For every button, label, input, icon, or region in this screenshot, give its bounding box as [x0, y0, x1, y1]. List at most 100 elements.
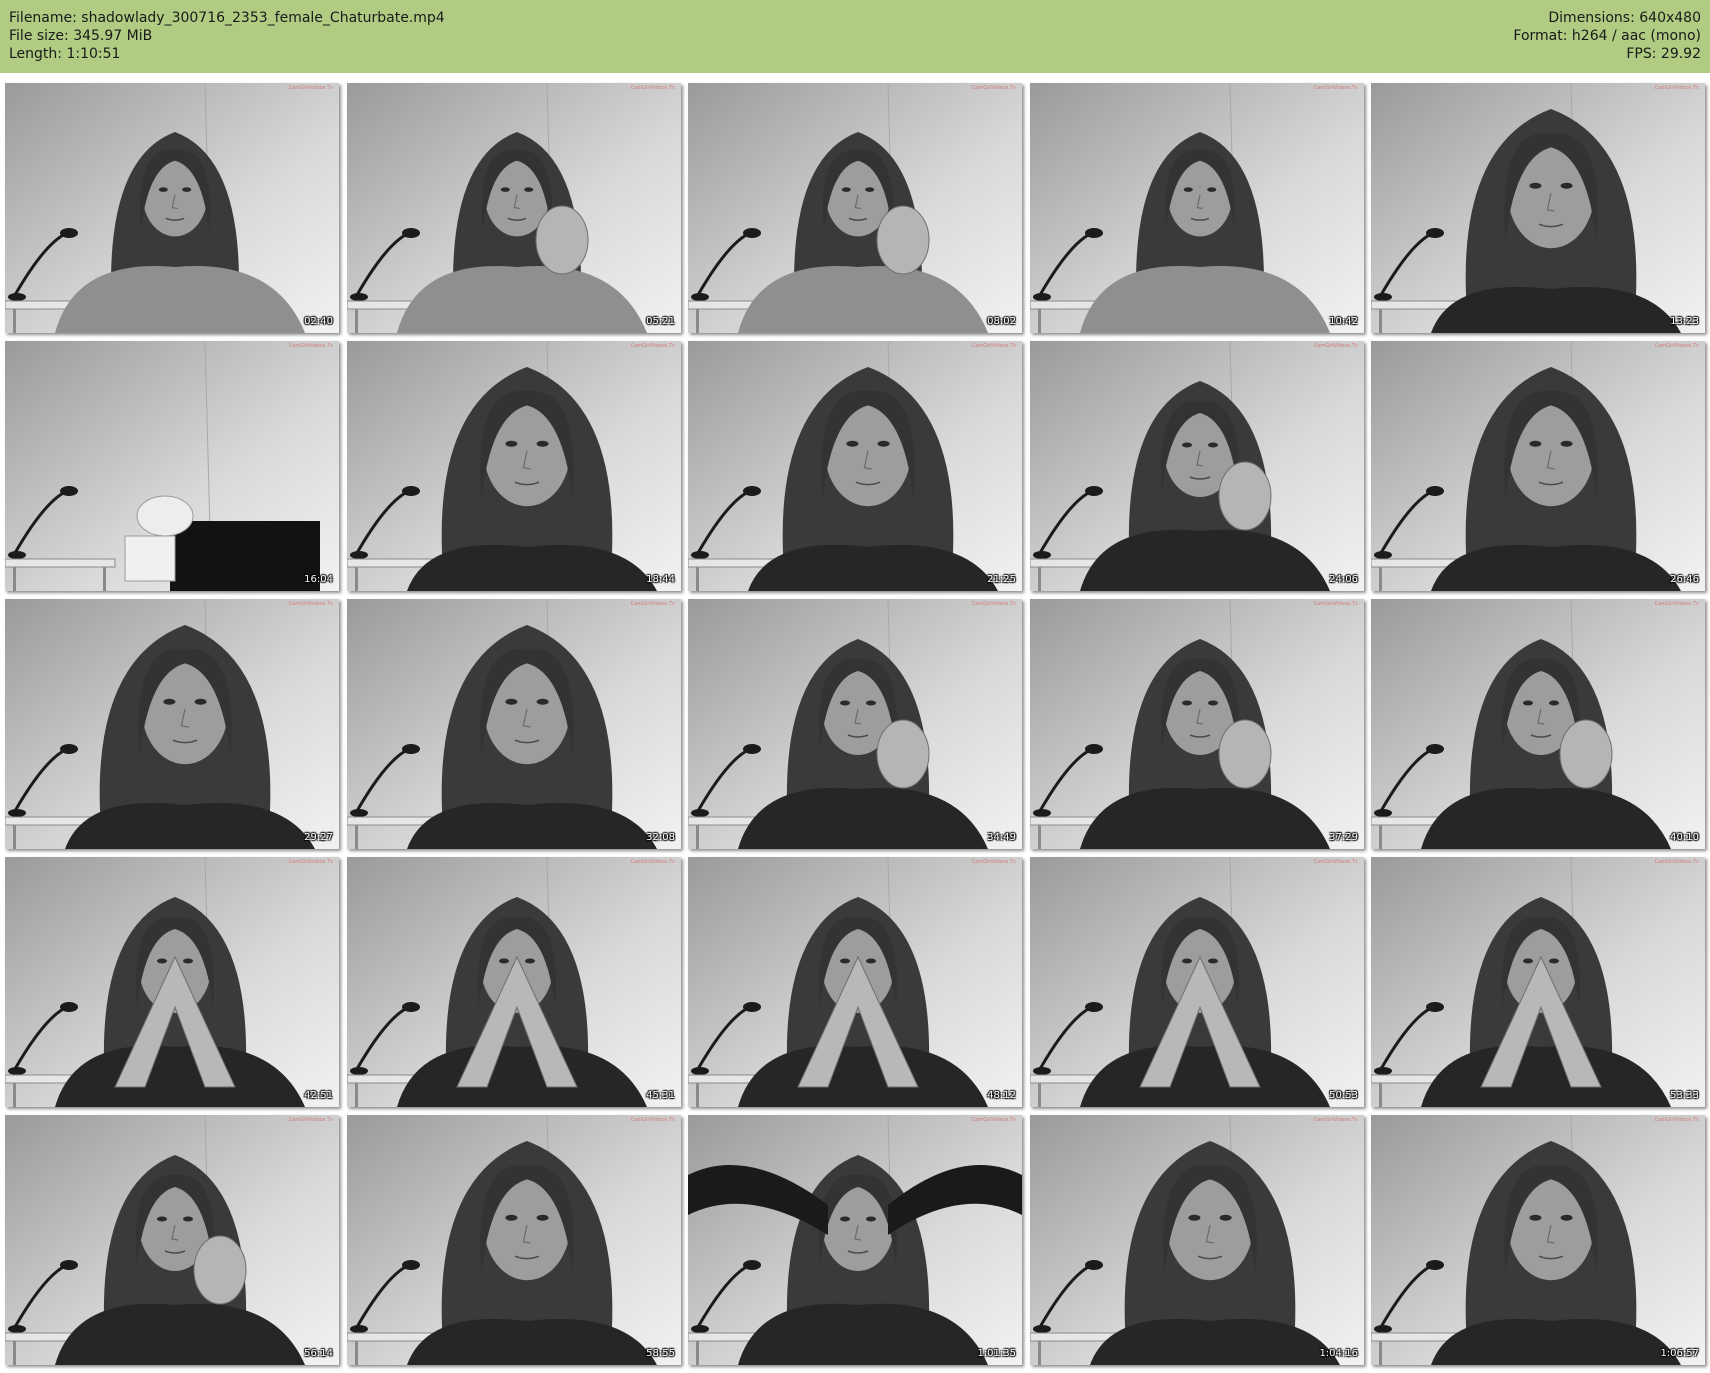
thumbnail-timestamp: 08:02	[987, 316, 1016, 327]
watermark-text: CamGirlVideos.Tv	[971, 1117, 1016, 1123]
watermark-text: CamGirlVideos.Tv	[971, 85, 1016, 91]
video-frame	[688, 599, 1022, 849]
watermark-text: CamGirlVideos.Tv	[1654, 85, 1699, 91]
thumbnail-timestamp: 37:29	[1329, 832, 1358, 843]
video-frame	[347, 1115, 681, 1365]
video-frame	[1371, 1115, 1705, 1365]
watermark-text: CamGirlVideos.Tv	[971, 859, 1016, 865]
thumbnail-timestamp: 18:44	[646, 574, 675, 585]
thumbnail-timestamp: 50:53	[1329, 1090, 1358, 1101]
video-frame	[688, 857, 1022, 1107]
video-thumbnail: CamGirlVideos.Tv 02:40	[5, 83, 339, 333]
thumbnail-timestamp: 1:06:57	[1660, 1348, 1699, 1359]
watermark-text: CamGirlVideos.Tv	[1654, 1117, 1699, 1123]
video-frame	[1371, 83, 1705, 333]
media-info: Dimensions: 640x480 Format: h264 / aac (…	[1513, 9, 1701, 63]
video-frame	[1030, 857, 1364, 1107]
video-thumbnail: CamGirlVideos.Tv 18:44	[347, 341, 681, 591]
video-frame	[5, 341, 339, 591]
thumbnail-timestamp: 1:04:16	[1319, 1348, 1358, 1359]
thumbnail-timestamp: 45:31	[646, 1090, 675, 1101]
filesize-text: File size: 345.97 MiB	[9, 28, 153, 44]
video-frame	[1030, 83, 1364, 333]
video-frame	[347, 857, 681, 1107]
video-frame	[5, 857, 339, 1107]
video-thumbnail: CamGirlVideos.Tv 29:27	[5, 599, 339, 849]
length-text: Length: 1:10:51	[9, 46, 121, 62]
file-info: Filename: shadowlady_300716_2353_female_…	[9, 9, 445, 63]
watermark-text: CamGirlVideos.Tv	[288, 85, 333, 91]
video-frame	[347, 599, 681, 849]
video-thumbnail: CamGirlVideos.Tv 34:49	[688, 599, 1022, 849]
video-frame	[1030, 341, 1364, 591]
watermark-text: CamGirlVideos.Tv	[630, 859, 675, 865]
thumbnail-timestamp: 40:10	[1670, 832, 1699, 843]
video-thumbnail: CamGirlVideos.Tv 1:06:57	[1371, 1115, 1705, 1365]
video-frame	[1371, 599, 1705, 849]
thumbnail-timestamp: 21:25	[987, 574, 1016, 585]
watermark-text: CamGirlVideos.Tv	[1654, 859, 1699, 865]
watermark-text: CamGirlVideos.Tv	[288, 601, 333, 607]
video-frame	[1371, 341, 1705, 591]
dimensions-text: Dimensions: 640x480	[1548, 10, 1701, 26]
watermark-text: CamGirlVideos.Tv	[1313, 859, 1358, 865]
format-text: Format: h264 / aac (mono)	[1513, 28, 1701, 44]
video-thumbnail: CamGirlVideos.Tv 48:12	[688, 857, 1022, 1107]
watermark-text: CamGirlVideos.Tv	[630, 1117, 675, 1123]
video-frame	[5, 599, 339, 849]
thumbnail-timestamp: 56:14	[304, 1348, 333, 1359]
video-thumbnail: CamGirlVideos.Tv 56:14	[5, 1115, 339, 1365]
video-frame	[347, 341, 681, 591]
thumbnail-timestamp: 05:21	[646, 316, 675, 327]
video-frame	[347, 83, 681, 333]
watermark-text: CamGirlVideos.Tv	[288, 1117, 333, 1123]
video-thumbnail: CamGirlVideos.Tv 21:25	[688, 341, 1022, 591]
video-frame	[1371, 857, 1705, 1107]
video-thumbnail: CamGirlVideos.Tv 16:04	[5, 341, 339, 591]
video-thumbnail: CamGirlVideos.Tv 32:08	[347, 599, 681, 849]
video-frame	[1030, 1115, 1364, 1365]
video-thumbnail: CamGirlVideos.Tv 13:23	[1371, 83, 1705, 333]
watermark-text: CamGirlVideos.Tv	[1654, 601, 1699, 607]
filename-text: Filename: shadowlady_300716_2353_female_…	[9, 10, 445, 26]
video-thumbnail: CamGirlVideos.Tv 26:46	[1371, 341, 1705, 591]
video-thumbnail: CamGirlVideos.Tv 58:55	[347, 1115, 681, 1365]
video-thumbnail: CamGirlVideos.Tv 50:53	[1030, 857, 1364, 1107]
video-thumbnail: CamGirlVideos.Tv 1:01:35	[688, 1115, 1022, 1365]
video-thumbnail: CamGirlVideos.Tv 53:33	[1371, 857, 1705, 1107]
thumbnail-timestamp: 10:42	[1329, 316, 1358, 327]
video-thumbnail: CamGirlVideos.Tv 45:31	[347, 857, 681, 1107]
thumbnail-timestamp: 02:40	[304, 316, 333, 327]
video-frame	[5, 1115, 339, 1365]
watermark-text: CamGirlVideos.Tv	[1313, 1117, 1358, 1123]
thumbnail-timestamp: 48:12	[987, 1090, 1016, 1101]
video-thumbnail: CamGirlVideos.Tv 05:21	[347, 83, 681, 333]
watermark-text: CamGirlVideos.Tv	[1313, 343, 1358, 349]
watermark-text: CamGirlVideos.Tv	[630, 343, 675, 349]
watermark-text: CamGirlVideos.Tv	[1654, 343, 1699, 349]
thumbnail-timestamp: 32:08	[646, 832, 675, 843]
thumbnail-timestamp: 42:51	[304, 1090, 333, 1101]
fps-text: FPS: 29.92	[1626, 46, 1701, 62]
thumbnail-timestamp: 1:01:35	[977, 1348, 1016, 1359]
video-thumbnail: CamGirlVideos.Tv 1:04:16	[1030, 1115, 1364, 1365]
video-thumbnail: CamGirlVideos.Tv 24:06	[1030, 341, 1364, 591]
thumbnail-timestamp: 26:46	[1670, 574, 1699, 585]
video-frame	[5, 83, 339, 333]
watermark-text: CamGirlVideos.Tv	[971, 601, 1016, 607]
video-thumbnail: CamGirlVideos.Tv 40:10	[1371, 599, 1705, 849]
thumbnail-timestamp: 34:49	[987, 832, 1016, 843]
thumbnail-timestamp: 13:23	[1670, 316, 1699, 327]
thumbnail-timestamp: 24:06	[1329, 574, 1358, 585]
watermark-text: CamGirlVideos.Tv	[1313, 85, 1358, 91]
info-header: Filename: shadowlady_300716_2353_female_…	[0, 0, 1710, 73]
thumbnail-grid: CamGirlVideos.Tv 02:40 CamGirlVideos.Tv 05:…	[0, 73, 1710, 1373]
video-thumbnail: CamGirlVideos.Tv 42:51	[5, 857, 339, 1107]
video-thumbnail: CamGirlVideos.Tv 08:02	[688, 83, 1022, 333]
video-thumbnail: CamGirlVideos.Tv 10:42	[1030, 83, 1364, 333]
thumbnail-timestamp: 53:33	[1670, 1090, 1699, 1101]
watermark-text: CamGirlVideos.Tv	[1313, 601, 1358, 607]
watermark-text: CamGirlVideos.Tv	[971, 343, 1016, 349]
video-frame	[688, 1115, 1022, 1365]
thumbnail-timestamp: 29:27	[304, 832, 333, 843]
